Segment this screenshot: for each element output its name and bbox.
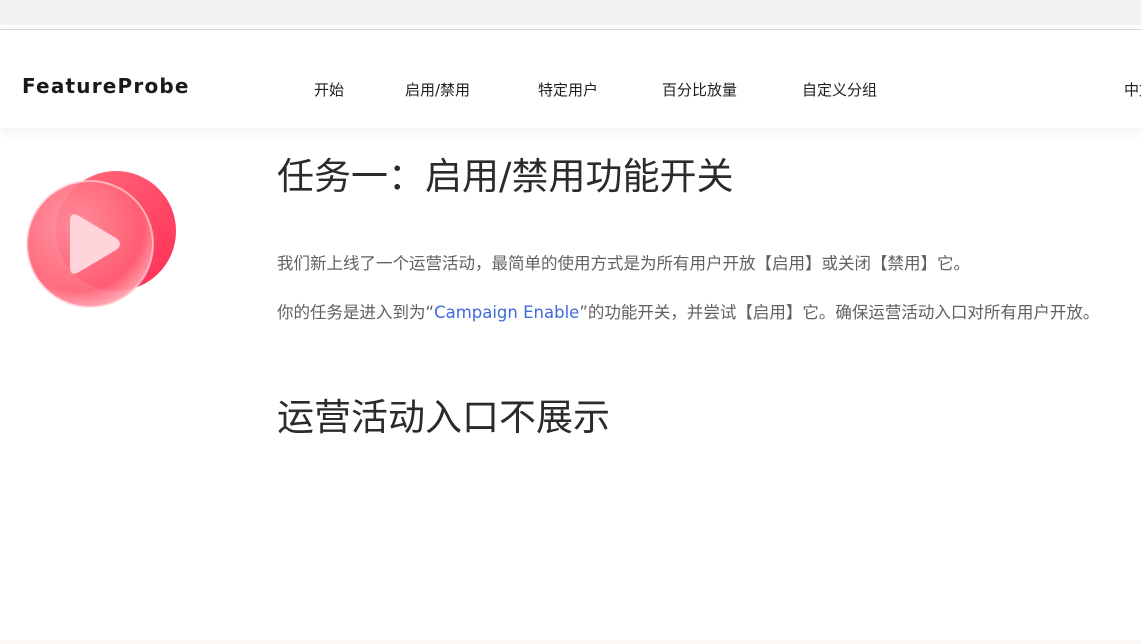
browser-chrome-strip (0, 0, 1141, 25)
nav-item-enable-disable[interactable]: 启用/禁用 (405, 79, 470, 100)
nav-item-start[interactable]: 开始 (314, 79, 344, 100)
nav-item-custom-segments[interactable]: 自定义分组 (802, 79, 877, 100)
task-description: 我们新上线了一个运营活动，最简单的使用方式是为所有用户开放【启用】或关闭【禁用】… (277, 254, 970, 273)
campaign-enable-link[interactable]: Campaign Enable (434, 303, 579, 322)
task-instruction: 你的任务是进入到为“Campaign Enable”的功能开关，并尝试【启用】它… (277, 299, 1141, 323)
bottom-edge (0, 640, 1141, 644)
task-instruction-suffix: ”的功能开关，并尝试【启用】它。确保运营活动入口对所有用户开放。 (579, 303, 1100, 322)
task-title: 任务一：启用/禁用功能开关 (277, 155, 734, 198)
site-header: FeatureProbe 开始 启用/禁用 特定用户 百分比放量 自定义分组 中… (0, 30, 1141, 128)
nav-item-specific-users[interactable]: 特定用户 (538, 79, 598, 100)
task-instruction-prefix: 你的任务是进入到为“ (277, 303, 435, 322)
campaign-status-text: 运营活动入口不展示 (277, 396, 610, 439)
language-switch[interactable]: 中文 (1124, 79, 1141, 100)
nav-item-percentage-rollout[interactable]: 百分比放量 (662, 79, 737, 100)
play-icon (24, 164, 180, 312)
featureprobe-logo[interactable]: FeatureProbe (22, 74, 190, 98)
